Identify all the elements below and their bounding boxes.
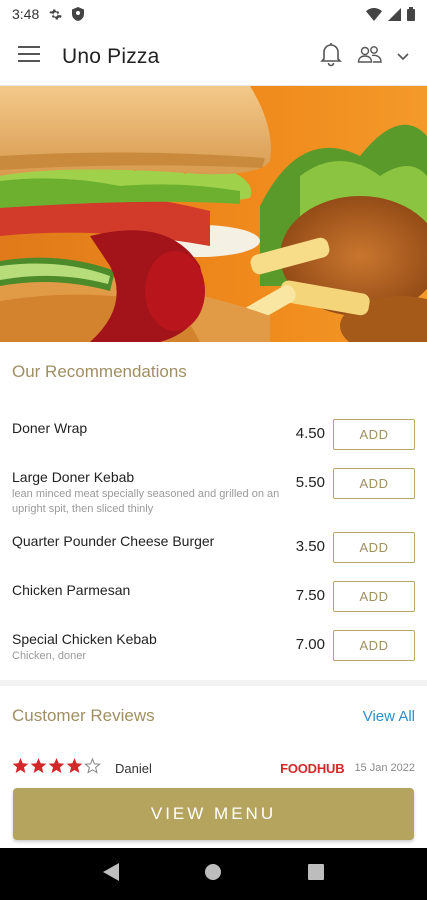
add-button[interactable]: ADD [333, 419, 415, 450]
star-filled-icon [48, 757, 65, 779]
recommendations-header: Our Recommendations [0, 362, 427, 382]
view-menu-button[interactable]: VIEW MENU [13, 788, 414, 840]
section-divider [0, 680, 427, 686]
list-item: Chicken Parmesan 7.50 ADD [12, 578, 415, 627]
star-filled-icon [66, 757, 83, 779]
status-time: 3:48 [12, 6, 40, 22]
home-icon[interactable] [204, 863, 222, 886]
review-row: Daniel FOODHUB 15 Jan 2022 [12, 757, 415, 779]
add-button[interactable]: ADD [333, 532, 415, 563]
list-item: Quarter Pounder Cheese Burger 3.50 ADD [12, 529, 415, 578]
item-name: Chicken Parmesan [12, 582, 131, 598]
section-title-recommendations: Our Recommendations [12, 362, 187, 381]
item-price: 4.50 [295, 425, 325, 442]
wifi-icon [366, 7, 382, 21]
system-nav-bar [0, 848, 427, 900]
settings-gear-icon [49, 8, 62, 21]
star-rating [12, 757, 101, 779]
foodhub-logo: FOODHUB [280, 760, 345, 776]
star-filled-icon [12, 757, 29, 779]
cellular-signal-icon [388, 7, 401, 21]
recent-apps-icon[interactable] [308, 863, 325, 885]
add-button[interactable]: ADD [333, 468, 415, 499]
chevron-down-icon[interactable] [397, 48, 409, 66]
star-empty-icon [84, 757, 101, 779]
battery-icon [407, 7, 415, 21]
item-price: 7.50 [295, 587, 325, 604]
section-title-reviews: Customer Reviews [12, 706, 155, 725]
item-name: Quarter Pounder Cheese Burger [12, 533, 215, 549]
add-button[interactable]: ADD [333, 581, 415, 612]
shield-icon [72, 7, 85, 21]
notification-bell-icon[interactable] [319, 41, 343, 72]
list-item: Large Doner Kebab lean minced meat speci… [12, 465, 415, 529]
add-button[interactable]: ADD [333, 630, 415, 661]
item-description: Chicken, doner [12, 650, 86, 662]
review-date: 15 Jan 2022 [354, 762, 415, 774]
recommendations-list: Doner Wrap 4.50 ADD Large Doner Kebab le… [0, 416, 427, 676]
list-item: Special Chicken Kebab Chicken, doner 7.0… [12, 627, 415, 676]
item-name: Special Chicken Kebab [12, 631, 157, 647]
reviewer-name: Daniel [115, 760, 152, 776]
reviews-header: Customer Reviews View All [0, 706, 427, 726]
account-users-icon[interactable] [357, 44, 383, 69]
star-filled-icon [30, 757, 47, 779]
hamburger-menu-icon[interactable] [18, 46, 40, 67]
status-bar: 3:48 [0, 0, 427, 28]
hero-food-image [0, 86, 427, 342]
page-title: Uno Pizza [62, 44, 160, 68]
item-description: lean minced meat specially seasoned and … [12, 488, 280, 515]
app-bar: Uno Pizza [0, 28, 427, 86]
item-price: 5.50 [295, 474, 325, 491]
item-name: Doner Wrap [12, 420, 88, 436]
item-name: Large Doner Kebab [12, 469, 135, 485]
item-price: 3.50 [295, 538, 325, 555]
back-icon[interactable] [102, 862, 119, 886]
item-price: 7.00 [295, 636, 325, 653]
list-item: Doner Wrap 4.50 ADD [12, 416, 415, 465]
view-all-link[interactable]: View All [363, 708, 415, 725]
